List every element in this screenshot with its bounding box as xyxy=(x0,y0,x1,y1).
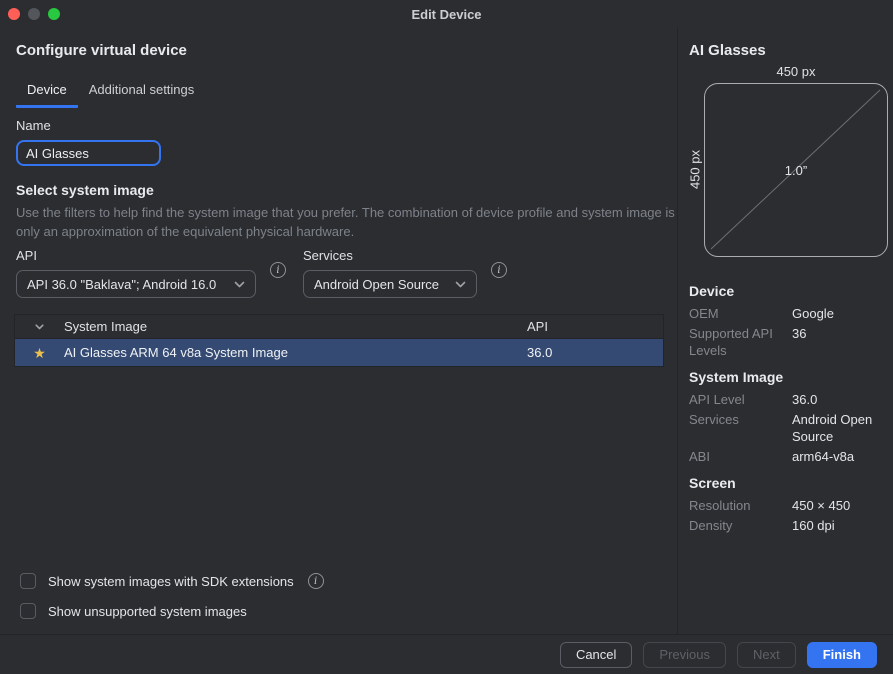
device-name-title: AI Glasses xyxy=(689,42,766,59)
preview-diagonal-label: 1.0” xyxy=(705,84,887,256)
previous-button: Previous xyxy=(643,642,726,668)
tab-device[interactable]: Device xyxy=(16,76,78,108)
unsupported-images-checkbox-row: Show unsupported system images xyxy=(20,603,247,619)
system-image-description: Use the filters to help find the system … xyxy=(16,203,676,241)
table-row[interactable]: ★ AI Glasses ARM 64 v8a System Image 36.… xyxy=(15,339,663,366)
select-system-image-heading: Select system image xyxy=(16,182,154,198)
spec-row-abi: ABI arm64-v8a xyxy=(689,448,887,465)
chevron-down-icon xyxy=(455,281,466,288)
section-heading-system-image: System Image xyxy=(689,369,887,385)
table-header: System Image API xyxy=(15,315,663,339)
preview-height-label: 450 px xyxy=(688,78,703,262)
services-dropdown-value: Android Open Source xyxy=(314,277,439,292)
preview-width-label: 450 px xyxy=(704,64,888,79)
close-window-button[interactable] xyxy=(8,8,20,20)
tab-bar: Device Additional settings xyxy=(16,76,205,108)
zoom-window-button[interactable] xyxy=(48,8,60,20)
column-header-api[interactable]: API xyxy=(527,319,663,334)
api-dropdown-value: API 36.0 "Baklava"; Android 16.0 xyxy=(27,277,216,292)
name-input[interactable] xyxy=(16,140,161,166)
spec-row-supported-api: Supported API Levels 36 xyxy=(689,325,887,359)
page-title: Configure virtual device xyxy=(16,42,187,59)
titlebar: Edit Device xyxy=(0,0,893,28)
spec-sections: Device OEM Google Supported API Levels 3… xyxy=(689,273,887,537)
services-filter-group: Services Android Open Source xyxy=(303,248,477,298)
dialog-footer: Cancel Previous Next Finish xyxy=(0,634,893,674)
unsupported-images-checkbox[interactable] xyxy=(20,603,36,619)
window-title: Edit Device xyxy=(0,7,893,22)
spec-row-resolution: Resolution 450 × 450 xyxy=(689,497,887,514)
services-info-icon[interactable]: i xyxy=(491,262,507,278)
star-icon[interactable]: ★ xyxy=(33,346,46,360)
cancel-button[interactable]: Cancel xyxy=(560,642,632,668)
configure-pane: Configure virtual device Device Addition… xyxy=(0,28,677,634)
spec-row-api-level: API Level 36.0 xyxy=(689,391,887,408)
filter-row: API API 36.0 "Baklava"; Android 16.0 i S… xyxy=(16,248,507,298)
api-info-icon[interactable]: i xyxy=(270,262,286,278)
name-label: Name xyxy=(16,118,51,133)
section-heading-screen: Screen xyxy=(689,475,887,491)
system-image-name: AI Glasses ARM 64 v8a System Image xyxy=(64,345,527,360)
system-image-table: System Image API ★ AI Glasses ARM 64 v8a… xyxy=(14,314,664,367)
chevron-down-icon xyxy=(234,281,245,288)
api-dropdown[interactable]: API 36.0 "Baklava"; Android 16.0 xyxy=(16,270,256,298)
sort-chevron-icon[interactable] xyxy=(15,324,64,330)
spec-row-density: Density 160 dpi xyxy=(689,517,887,534)
system-image-api: 36.0 xyxy=(527,345,663,360)
sdk-extensions-checkbox[interactable] xyxy=(20,573,36,589)
spec-row-services: Services Android Open Source xyxy=(689,411,887,445)
sdk-extensions-checkbox-row: Show system images with SDK extensions i xyxy=(20,573,324,589)
device-screen-preview: 1.0” xyxy=(704,83,888,257)
api-filter-label: API xyxy=(16,248,256,263)
window-controls xyxy=(8,8,60,20)
finish-button[interactable]: Finish xyxy=(807,642,877,668)
sdk-extensions-info-icon[interactable]: i xyxy=(308,573,324,589)
next-button: Next xyxy=(737,642,796,668)
sdk-extensions-checkbox-label: Show system images with SDK extensions xyxy=(48,574,294,589)
tab-additional-settings[interactable]: Additional settings xyxy=(78,76,206,108)
section-heading-device: Device xyxy=(689,283,887,299)
minimize-window-button xyxy=(28,8,40,20)
spec-row-oem: OEM Google xyxy=(689,305,887,322)
column-header-system-image[interactable]: System Image xyxy=(64,319,527,334)
unsupported-images-checkbox-label: Show unsupported system images xyxy=(48,604,247,619)
api-filter-group: API API 36.0 "Baklava"; Android 16.0 xyxy=(16,248,256,298)
services-filter-label: Services xyxy=(303,248,477,263)
services-dropdown[interactable]: Android Open Source xyxy=(303,270,477,298)
device-details-panel: AI Glasses 450 px 450 px 1.0” Device OEM… xyxy=(677,28,893,634)
